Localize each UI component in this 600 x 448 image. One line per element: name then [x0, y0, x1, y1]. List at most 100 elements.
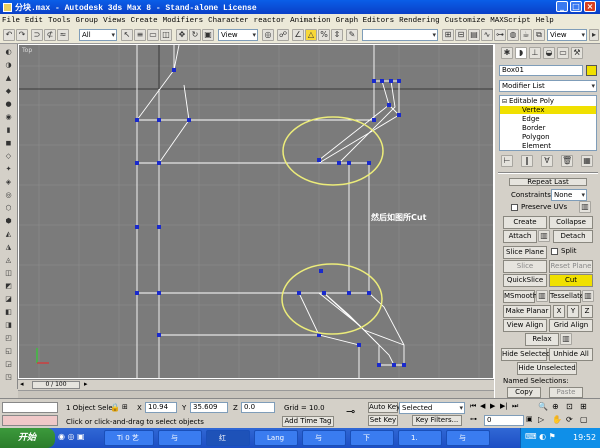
maxscript-listener-field-2[interactable]	[2, 415, 58, 426]
selection-filter-dropdown[interactable]: All	[79, 29, 117, 41]
show-end-result-icon[interactable]: ‖	[521, 155, 533, 167]
absolute-mode-icon[interactable]: ⊞	[122, 403, 128, 411]
remove-modifier-icon[interactable]: 🗑	[561, 155, 573, 167]
next-frame-icon[interactable]: ▸	[84, 380, 88, 388]
tool-icon-23[interactable]: ◰	[3, 334, 14, 343]
tessellate-button[interactable]: Tessellate	[549, 290, 584, 303]
taskbar-item-8[interactable]: 与	[446, 430, 490, 446]
hierarchy-tab-icon[interactable]: ⊥	[529, 47, 541, 59]
tool-icon-15[interactable]: ◭	[3, 230, 14, 239]
constraints-dropdown[interactable]: None	[551, 189, 587, 201]
y-button[interactable]: Y	[567, 305, 579, 318]
add-time-tag-button[interactable]: Add Time Tag	[282, 416, 334, 427]
attach-button[interactable]: Attach	[503, 230, 537, 243]
unlink-icon[interactable]: ⊄	[44, 29, 56, 41]
preserve-uvs-settings-icon[interactable]: ▥	[579, 201, 591, 213]
tool-icon-6[interactable]: ◉	[3, 113, 14, 122]
taskbar-item-4[interactable]: Lang	[254, 430, 298, 446]
tool-icon-12[interactable]: ◎	[3, 191, 14, 200]
motion-tab-icon[interactable]: ◒	[543, 47, 555, 59]
taskbar-item-7[interactable]: 1.	[398, 430, 442, 446]
taskbar-item-6[interactable]: 下	[350, 430, 394, 446]
y-coordinate-field[interactable]: 35.609	[190, 402, 228, 413]
angle-snap-icon[interactable]: △	[305, 29, 317, 41]
maximize-button[interactable]: □	[570, 1, 582, 12]
bind-space-warp-icon[interactable]: ≈	[57, 29, 69, 41]
stack-item-vertex[interactable]: Vertex	[500, 106, 596, 114]
tool-icon-3[interactable]: ▲	[3, 74, 14, 83]
auto-key-button[interactable]: Auto Key	[368, 402, 400, 413]
fov-icon[interactable]: ▷	[538, 415, 544, 424]
menu-graph-editors[interactable]: Graph Editors	[336, 17, 395, 25]
z-button[interactable]: Z	[581, 305, 593, 318]
taskbar-item-2[interactable]: 与	[158, 430, 202, 446]
collapse-button[interactable]: Collapse	[549, 216, 593, 229]
repeat-last-button[interactable]: Repeat Last	[509, 178, 587, 186]
minimize-button[interactable]: _	[556, 1, 568, 12]
prev-frame-icon[interactable]: ◂	[20, 380, 24, 388]
make-unique-icon[interactable]: ∀	[541, 155, 553, 167]
render-scene-icon[interactable]: ☕	[520, 29, 532, 41]
select-by-name-icon[interactable]: ≡	[134, 29, 146, 41]
menu-character[interactable]: Character	[208, 17, 249, 25]
link-icon[interactable]: ⊃	[31, 29, 43, 41]
menu-group[interactable]: Group	[76, 17, 99, 25]
zoom-all-icon[interactable]: ⊕	[552, 402, 559, 411]
tool-icon-1[interactable]: ◐	[3, 48, 14, 57]
orbit-icon[interactable]: ⟳	[566, 415, 573, 424]
taskbar-item-5[interactable]: 与	[302, 430, 346, 446]
play-icon[interactable]: ▶	[490, 402, 495, 410]
unhide-all-button[interactable]: Unhide All	[549, 348, 593, 361]
tool-icon-4[interactable]: ◆	[3, 87, 14, 96]
maxscript-listener-field[interactable]	[2, 402, 58, 413]
msmooth-button[interactable]: MSmooth	[503, 290, 537, 303]
x-button[interactable]: X	[553, 305, 565, 318]
make-planar-button[interactable]: Make Planar	[503, 305, 551, 318]
x-coordinate-field[interactable]: 10.94	[145, 402, 177, 413]
modifier-list-dropdown[interactable]: Modifier List	[499, 80, 597, 92]
relax-button[interactable]: Relax	[525, 333, 559, 346]
menu-customize[interactable]: Customize	[445, 17, 486, 25]
redo-icon[interactable]: ↷	[16, 29, 28, 41]
snap-toggle-icon[interactable]: ∠	[292, 29, 304, 41]
tool-icon-13[interactable]: ⬡	[3, 204, 14, 213]
pivot-center-icon[interactable]: ◎	[262, 29, 274, 41]
select-object-icon[interactable]: ↖	[121, 29, 133, 41]
tool-icon-9[interactable]: ◇	[3, 152, 14, 161]
reset-plane-button[interactable]: Reset Plane	[549, 260, 593, 273]
tool-icon-7[interactable]: ▮	[3, 126, 14, 135]
render-type-dropdown[interactable]: View	[547, 29, 587, 41]
tool-icon-24[interactable]: ◱	[3, 347, 14, 356]
z-coordinate-field[interactable]: 0.0	[241, 402, 275, 413]
rotate-icon[interactable]: ↻	[189, 29, 201, 41]
tool-icon-22[interactable]: ◨	[3, 321, 14, 330]
tool-icon-2[interactable]: ◑	[3, 61, 14, 70]
zoom-icon[interactable]: 🔍	[538, 402, 548, 411]
top-viewport[interactable]: Top 然后如图所Cut	[18, 44, 494, 379]
move-icon[interactable]: ✥	[176, 29, 188, 41]
material-editor-icon[interactable]: ◍	[507, 29, 519, 41]
grid-align-button[interactable]: Grid Align	[549, 319, 593, 332]
window-crossing-icon[interactable]: ◫	[160, 29, 172, 41]
slice-button[interactable]: Slice	[503, 260, 547, 273]
menu-file[interactable]: File	[2, 17, 20, 25]
object-name-field[interactable]: Box01	[499, 65, 583, 76]
hide-selected-button[interactable]: Hide Selected	[501, 348, 551, 361]
create-tab-icon[interactable]: ✱	[501, 47, 513, 59]
reference-coordinate-dropdown[interactable]: View	[218, 29, 258, 41]
mirror-icon[interactable]: ⊞	[442, 29, 454, 41]
close-button[interactable]: ×	[584, 1, 596, 12]
quick-render-icon[interactable]: ⧉	[533, 29, 545, 41]
set-key-icon[interactable]: ⊸	[346, 405, 355, 418]
utilities-tab-icon[interactable]: ⚒	[571, 47, 583, 59]
maximize-viewport-icon[interactable]: ▢	[580, 415, 588, 424]
zoom-extents-all-icon[interactable]: ⊞	[580, 402, 587, 411]
prev-key-icon[interactable]: ◀	[480, 402, 485, 410]
start-button[interactable]: 开始	[0, 428, 55, 448]
menu-tools[interactable]: Tools	[48, 17, 71, 25]
menu-animation[interactable]: Animation	[290, 17, 331, 25]
menu-views[interactable]: Views	[103, 17, 126, 25]
menu-help[interactable]: Help	[536, 17, 554, 25]
tool-icon-19[interactable]: ◩	[3, 282, 14, 291]
layer-manager-icon[interactable]: ▤	[468, 29, 480, 41]
